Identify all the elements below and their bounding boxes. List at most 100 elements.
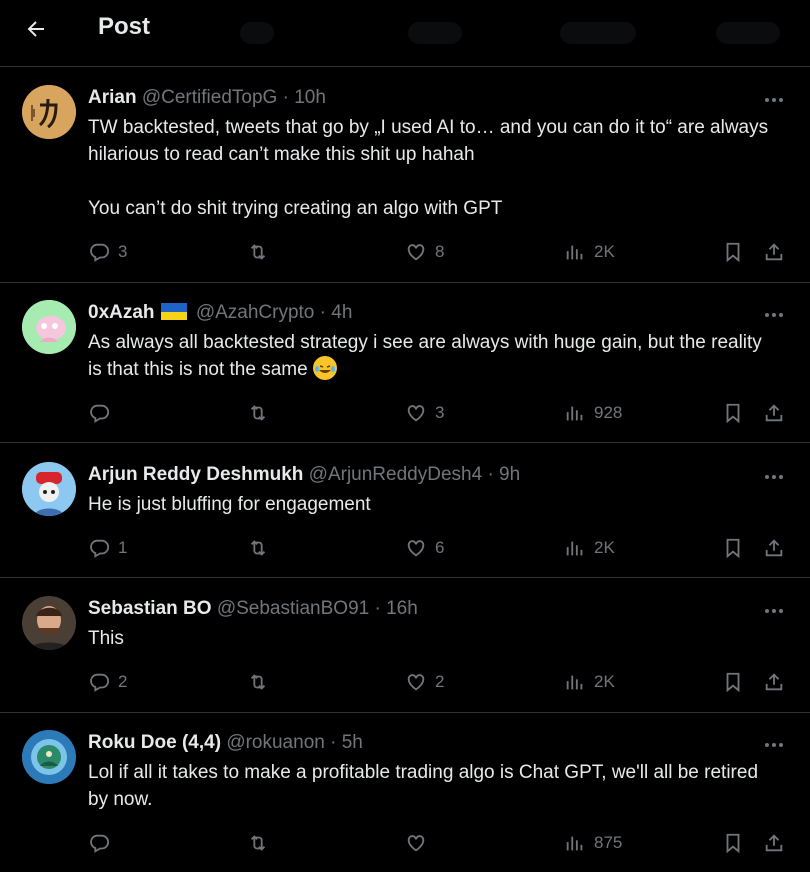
page-title: Post [98, 13, 151, 40]
share-button[interactable] [763, 237, 785, 267]
bookmark-button[interactable] [722, 398, 744, 428]
like-button[interactable]: 3 [405, 398, 444, 428]
views-button[interactable]: 2K [564, 533, 615, 563]
views-button[interactable]: 875 [564, 828, 622, 858]
reply-icon [90, 404, 110, 423]
reply-tweet[interactable]: Arian @CertifiedTopG · 10h TW backtested… [0, 68, 810, 283]
like-button[interactable]: 6 [405, 533, 444, 563]
reply-button[interactable]: 2 [88, 667, 127, 697]
share-icon [765, 539, 783, 557]
timestamp[interactable]: 10h [294, 87, 326, 108]
avatar[interactable] [22, 596, 76, 650]
tweet-text: This [88, 628, 124, 649]
share-button[interactable] [763, 398, 785, 428]
avatar[interactable] [22, 462, 76, 516]
author-handle[interactable]: @AzahCrypto [196, 302, 315, 323]
timestamp[interactable]: 16h [386, 598, 418, 619]
reply-button[interactable]: 1 [88, 533, 127, 563]
repost-button[interactable] [247, 533, 277, 563]
author-handle[interactable]: @CertifiedTopG [142, 87, 277, 108]
blurred-decoration [560, 22, 636, 44]
bookmark-icon [726, 242, 740, 263]
timestamp[interactable]: 4h [331, 302, 352, 323]
bookmark-icon [726, 403, 740, 424]
share-button[interactable] [763, 667, 785, 697]
like-button[interactable] [405, 828, 435, 858]
heart-icon [407, 540, 425, 557]
bookmark-button[interactable] [722, 828, 744, 858]
share-icon [765, 673, 783, 691]
blurred-decoration [408, 22, 462, 44]
timestamp[interactable]: 5h [342, 732, 363, 753]
action-bar: 875 [0, 828, 810, 858]
repost-icon [250, 835, 266, 851]
author-handle[interactable]: @SebastianBO91 [217, 598, 369, 619]
timestamp[interactable]: 9h [499, 464, 520, 485]
repost-button[interactable] [247, 828, 277, 858]
repost-button[interactable] [247, 398, 277, 428]
repost-button[interactable] [247, 237, 277, 267]
reply-button[interactable] [88, 828, 118, 858]
bookmark-icon [726, 538, 740, 559]
bookmark-button[interactable] [722, 533, 744, 563]
repost-icon [250, 674, 266, 690]
more-icon [765, 313, 783, 317]
tweet-text: Lol if all it takes to make a profitable… [88, 762, 764, 810]
reply-tweet[interactable]: Sebastian BO @SebastianBO91 · 16h This 2… [0, 579, 810, 713]
views-icon [566, 245, 583, 260]
tweet-meta: Arian @CertifiedTopG · 10h [88, 86, 326, 110]
reply-button[interactable]: 3 [88, 237, 127, 267]
tweet-text: As always all backtested strategy i see … [88, 332, 768, 380]
share-button[interactable] [763, 828, 785, 858]
more-icon [765, 609, 783, 613]
action-bar: 2 2 2K [0, 667, 810, 697]
views-button[interactable]: 2K [564, 667, 615, 697]
heart-icon [407, 405, 425, 422]
author-name[interactable]: Arian [88, 87, 137, 108]
bookmark-button[interactable] [722, 237, 744, 267]
more-button[interactable] [760, 90, 788, 110]
more-icon [765, 475, 783, 479]
like-button[interactable]: 8 [405, 237, 444, 267]
views-icon [566, 406, 583, 421]
separator: · [282, 87, 289, 108]
reply-tweet[interactable]: Arjun Reddy Deshmukh @ArjunReddyDesh4 · … [0, 445, 810, 578]
reply-button[interactable] [88, 398, 118, 428]
more-button[interactable] [760, 467, 788, 487]
more-button[interactable] [760, 305, 788, 325]
share-icon [765, 243, 783, 261]
bookmark-button[interactable] [722, 667, 744, 697]
blurred-decoration [716, 22, 780, 44]
blurred-decoration [240, 22, 274, 44]
avatar[interactable] [22, 85, 76, 139]
views-icon [566, 541, 583, 556]
reply-count: 1 [118, 538, 128, 557]
author-name[interactable]: Arjun Reddy Deshmukh [88, 464, 303, 485]
more-icon [765, 743, 783, 747]
views-button[interactable]: 2K [564, 237, 615, 267]
reply-icon [90, 673, 110, 692]
separator: · [330, 732, 337, 753]
more-button[interactable] [760, 735, 788, 755]
reply-icon [90, 243, 110, 262]
reply-tweet[interactable]: Roku Doe (4,4) @rokuanon · 5h Lol if all… [0, 713, 810, 872]
repost-button[interactable] [247, 667, 277, 697]
bookmark-icon [726, 672, 740, 693]
share-icon [765, 404, 783, 422]
views-button[interactable]: 928 [564, 398, 622, 428]
author-name[interactable]: 0xAzah [88, 302, 155, 323]
back-button[interactable] [18, 11, 54, 47]
author-handle[interactable]: @rokuanon [226, 732, 325, 753]
share-button[interactable] [763, 533, 785, 563]
reply-tweet[interactable]: 0xAzah @AzahCrypto · 4h As always all ba… [0, 283, 810, 443]
author-handle[interactable]: @ArjunReddyDesh4 [309, 464, 483, 485]
avatar[interactable] [22, 300, 76, 354]
like-button[interactable]: 2 [405, 667, 444, 697]
author-name[interactable]: Roku Doe (4,4) [88, 732, 221, 753]
repost-icon [250, 244, 266, 260]
reply-count: 3 [118, 242, 128, 261]
avatar[interactable] [22, 730, 76, 784]
author-name[interactable]: Sebastian BO [88, 598, 212, 619]
more-button[interactable] [760, 601, 788, 621]
separator: · [319, 302, 326, 323]
